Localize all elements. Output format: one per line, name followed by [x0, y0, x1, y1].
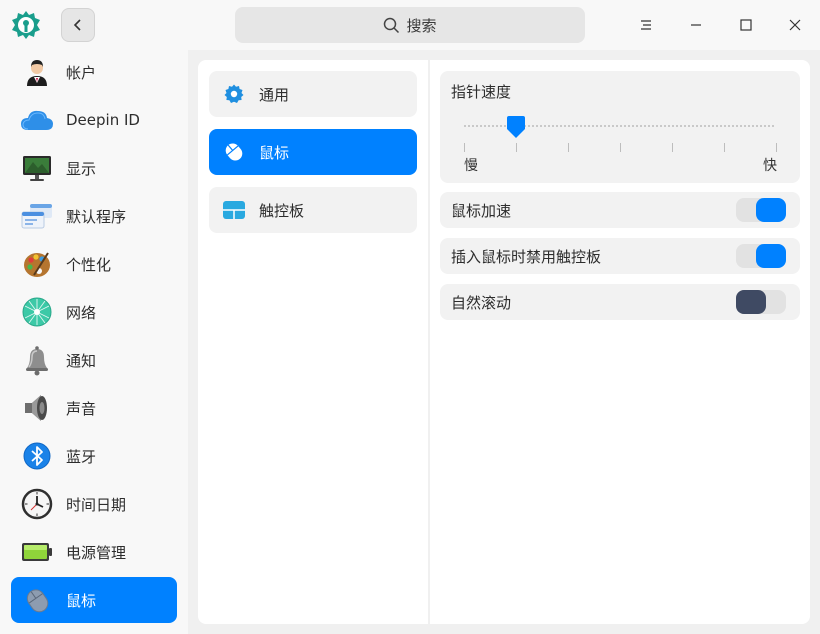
natural-scrolling-label: 自然滚动 — [451, 294, 512, 312]
sidebar-item-personalization[interactable]: 个性化 — [11, 241, 177, 287]
fast-label: 快 — [763, 158, 777, 174]
default-apps-icon — [19, 198, 55, 234]
mouse-acceleration-label: 鼠标加速 — [451, 202, 512, 220]
mouse-acceleration-switch[interactable] — [736, 198, 786, 222]
panel-divider — [428, 60, 430, 624]
pointer-speed-slider-thumb[interactable] — [506, 115, 526, 139]
gear-icon — [223, 83, 245, 105]
sidebar-item-label: 帐户 — [66, 63, 97, 82]
slider-tick — [464, 143, 465, 152]
mouse-icon — [19, 582, 55, 618]
network-icon — [19, 294, 55, 330]
sidebar-item-label: 显示 — [66, 159, 97, 178]
mouse-acceleration-row: 鼠标加速 — [440, 192, 800, 228]
bluetooth-icon — [19, 438, 55, 474]
subnav-label: 触控板 — [259, 201, 305, 220]
sidebar: 帐户 Deepin ID 显示 默认程序 个性化 网络 通知 声音 蓝牙 时间日… — [0, 50, 188, 634]
back-button[interactable] — [61, 8, 95, 42]
disable-touchpad-switch[interactable] — [736, 244, 786, 268]
switch-knob — [756, 198, 786, 222]
natural-scrolling-row: 自然滚动 — [440, 284, 800, 320]
sidebar-item-label: Deepin ID — [66, 111, 140, 129]
slider-tick — [672, 143, 673, 152]
subnav-label: 通用 — [259, 85, 290, 104]
bell-icon — [19, 342, 55, 378]
slider-tick — [620, 143, 621, 152]
sidebar-item-label: 时间日期 — [66, 495, 127, 514]
touchpad-icon — [223, 199, 245, 221]
menu-button[interactable] — [631, 10, 661, 40]
control-center-logo-icon — [10, 9, 42, 41]
cloud-icon — [19, 102, 55, 138]
switch-knob — [756, 244, 786, 268]
mouse-icon — [223, 141, 245, 163]
search-icon — [384, 17, 400, 33]
chevron-left-icon — [73, 19, 81, 31]
menu-icon — [641, 20, 651, 30]
clock-icon — [19, 486, 55, 522]
sidebar-item-label: 通知 — [66, 351, 97, 370]
slider-tick — [568, 143, 569, 152]
subnav-label: 鼠标 — [259, 143, 290, 162]
disable-touchpad-label: 插入鼠标时禁用触控板 — [451, 248, 602, 266]
account-icon — [19, 54, 55, 90]
slider-tick — [776, 143, 777, 152]
sidebar-item-network[interactable]: 网络 — [11, 289, 177, 335]
slow-label: 慢 — [464, 158, 478, 174]
sidebar-item-label: 网络 — [66, 303, 97, 322]
search-placeholder: 搜索 — [406, 16, 437, 35]
sidebar-item-label: 电源管理 — [66, 543, 127, 562]
minimize-button[interactable] — [681, 10, 711, 40]
title-bar: 搜索 — [0, 0, 820, 50]
sidebar-item-account[interactable]: 帐户 — [11, 50, 177, 95]
sidebar-item-label: 个性化 — [66, 255, 112, 274]
close-button[interactable] — [780, 10, 810, 40]
speaker-icon — [19, 390, 55, 426]
disable-touchpad-row: 插入鼠标时禁用触控板 — [440, 238, 800, 274]
sidebar-item-sound[interactable]: 声音 — [11, 385, 177, 431]
slider-tick — [516, 143, 517, 152]
sidebar-item-power[interactable]: 电源管理 — [11, 529, 177, 575]
subnav-item-touchpad[interactable]: 触控板 — [209, 187, 417, 233]
maximize-icon — [740, 19, 752, 31]
sidebar-item-label: 鼠标 — [66, 591, 97, 610]
switch-knob — [736, 290, 766, 314]
pointer-speed-title: 指针速度 — [451, 83, 512, 101]
sidebar-item-label: 声音 — [66, 399, 97, 418]
maximize-button[interactable] — [731, 10, 761, 40]
pointer-speed-card: 指针速度 慢 快 — [440, 71, 800, 183]
sidebar-item-deepin-id[interactable]: Deepin ID — [11, 97, 177, 143]
display-icon — [19, 150, 55, 186]
sidebar-item-label: 默认程序 — [66, 207, 127, 226]
close-icon — [789, 19, 801, 31]
personalization-icon — [19, 246, 55, 282]
sidebar-item-datetime[interactable]: 时间日期 — [11, 481, 177, 527]
minimize-icon — [691, 24, 701, 26]
natural-scrolling-switch[interactable] — [736, 290, 786, 314]
subnav-item-general[interactable]: 通用 — [209, 71, 417, 117]
subnav-item-mouse[interactable]: 鼠标 — [209, 129, 417, 175]
sidebar-item-notification[interactable]: 通知 — [11, 337, 177, 383]
slider-tick — [724, 143, 725, 152]
sidebar-item-bluetooth[interactable]: 蓝牙 — [11, 433, 177, 479]
sidebar-item-display[interactable]: 显示 — [11, 145, 177, 191]
battery-icon — [19, 534, 55, 570]
search-input[interactable]: 搜索 — [235, 7, 585, 43]
sidebar-item-default-apps[interactable]: 默认程序 — [11, 193, 177, 239]
sidebar-item-label: 蓝牙 — [66, 447, 97, 466]
sidebar-item-mouse[interactable]: 鼠标 — [11, 577, 177, 623]
